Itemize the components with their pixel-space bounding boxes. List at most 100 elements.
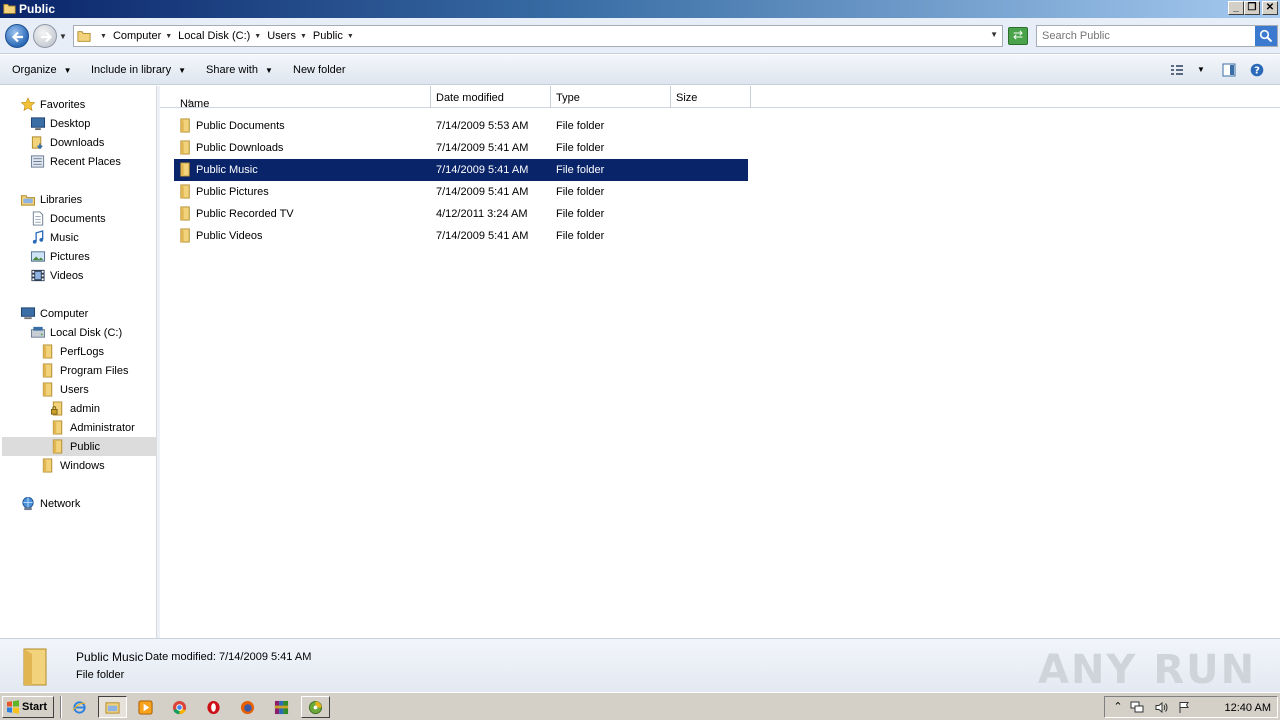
crumb-public[interactable]: Public: [313, 30, 343, 42]
column-name-label: Name: [180, 98, 210, 110]
nav-videos[interactable]: Videos: [28, 266, 153, 285]
chevron-down-icon[interactable]: ▼: [300, 33, 307, 40]
taskbar-explorer[interactable]: [98, 696, 127, 718]
file-row[interactable]: Public Recorded TV 4/12/2011 3:24 AM File …: [174, 203, 748, 225]
column-type[interactable]: Type: [551, 86, 671, 108]
nav-program-files-label: Program Files: [60, 365, 129, 377]
nav-recent-places[interactable]: Recent Places: [28, 152, 153, 171]
nav-desktop[interactable]: Desktop: [28, 114, 153, 133]
hard-drive-icon: [30, 326, 46, 338]
nav-music[interactable]: Music: [28, 228, 153, 247]
nav-admin[interactable]: admin: [48, 399, 153, 418]
search-icon[interactable]: [1255, 26, 1277, 46]
crumb-local-disk[interactable]: Local Disk (C:): [178, 30, 250, 42]
title-bar: Public _ ❐ ✕: [0, 0, 1280, 18]
taskbar-firefox[interactable]: [233, 696, 262, 718]
chevron-down-icon[interactable]: ▼: [165, 33, 172, 40]
app-icon: [308, 700, 323, 715]
back-button[interactable]: [5, 24, 29, 48]
network-status-icon[interactable]: [1130, 701, 1144, 714]
nav-pictures[interactable]: Pictures: [28, 247, 153, 266]
show-hidden-icons-icon[interactable]: ⌃: [1111, 701, 1125, 714]
nav-users[interactable]: Users: [38, 380, 153, 399]
share-with-button[interactable]: Share with ▼: [206, 64, 273, 76]
chrome-icon: [172, 700, 187, 715]
chevron-down-icon[interactable]: ▼: [254, 33, 261, 40]
start-button[interactable]: Start: [2, 696, 54, 718]
restore-button[interactable]: ❐: [1244, 1, 1260, 15]
preview-pane-icon[interactable]: [1222, 63, 1236, 77]
action-center-flag-icon[interactable]: [1178, 701, 1192, 714]
help-icon[interactable]: ?: [1250, 63, 1264, 77]
nav-public-label: Public: [70, 441, 100, 453]
address-history-dropdown[interactable]: ▼: [990, 30, 998, 39]
folder-icon: [3, 4, 16, 14]
folder-icon: [180, 228, 190, 243]
column-size-label: Size: [676, 92, 698, 104]
clock[interactable]: 12:40 AM: [1225, 702, 1271, 714]
column-date-modified[interactable]: Date modified: [431, 86, 551, 108]
forward-button[interactable]: [33, 24, 57, 48]
column-name[interactable]: Name ▲: [160, 86, 431, 110]
system-tray: ⌃ 12:40 AM: [1104, 696, 1278, 718]
nav-network[interactable]: Network: [18, 494, 153, 513]
column-type-label: Type: [556, 92, 580, 104]
include-in-library-button[interactable]: Include in library ▼: [91, 64, 186, 76]
taskbar-ie[interactable]: [65, 696, 94, 718]
nav-documents-label: Documents: [50, 213, 106, 225]
nav-admin-label: admin: [70, 403, 100, 415]
view-options-dropdown[interactable]: ▼: [1197, 65, 1205, 74]
folder-icon: [42, 363, 53, 378]
taskbar-media-player[interactable]: [131, 696, 160, 718]
column-size[interactable]: Size: [671, 86, 751, 108]
file-row[interactable]: Public Downloads 7/14/2009 5:41 AM File fo…: [174, 137, 748, 159]
file-row[interactable]: Public Videos 7/14/2009 5:41 AM File folde…: [174, 225, 748, 247]
crumb-computer[interactable]: Computer: [113, 30, 161, 42]
nav-favorites[interactable]: Favorites: [18, 95, 153, 114]
nav-downloads-label: Downloads: [50, 137, 105, 149]
recent-pages-dropdown[interactable]: ▼: [59, 32, 67, 41]
file-row[interactable]: Public Documents 7/14/2009 5:53 AM File fo…: [174, 115, 748, 137]
taskbar-opera[interactable]: [199, 696, 228, 718]
taskbar-chrome[interactable]: [165, 696, 194, 718]
nav-windows[interactable]: Windows: [38, 456, 153, 475]
details-name: Public Music: [76, 650, 144, 664]
refresh-button[interactable]: ⇄: [1008, 27, 1028, 45]
change-view-icon[interactable]: [1170, 63, 1184, 77]
chevron-down-icon[interactable]: ▼: [100, 33, 107, 40]
nav-local-disk[interactable]: Local Disk (C:): [28, 323, 153, 342]
command-bar: Organize ▼ Include in library ▼ Share with…: [0, 55, 1280, 85]
search-input[interactable]: [1037, 26, 1255, 46]
nav-program-files[interactable]: Program Files: [38, 361, 153, 380]
file-row[interactable]: Public Music 7/14/2009 5:41 AM File folder: [174, 159, 748, 181]
address-box[interactable]: ▼ Computer ▼ Local Disk (C:) ▼ Users ▼ P…: [73, 25, 1003, 47]
details-date-label: Date modified:: [145, 651, 216, 663]
crumb-users[interactable]: Users: [267, 30, 296, 42]
nav-computer[interactable]: Computer: [18, 304, 153, 323]
nav-documents[interactable]: Documents: [28, 209, 153, 228]
folder-icon: [180, 162, 190, 177]
close-button[interactable]: ✕: [1262, 1, 1278, 15]
details-date-value: 7/14/2009 5:41 AM: [219, 651, 312, 663]
music-note-icon: [32, 230, 44, 244]
minimize-button[interactable]: _: [1228, 1, 1244, 15]
nav-libraries[interactable]: Libraries: [18, 190, 153, 209]
firefox-icon: [240, 700, 255, 715]
chevron-down-icon[interactable]: ▼: [347, 33, 354, 40]
taskbar-winrar[interactable]: [267, 696, 296, 718]
file-date-modified: 4/12/2011 3:24 AM: [436, 208, 528, 220]
file-row[interactable]: Public Pictures 7/14/2009 5:41 AM File fol…: [174, 181, 748, 203]
volume-icon[interactable]: [1154, 701, 1168, 714]
nav-public[interactable]: Public: [2, 437, 157, 456]
svg-text:?: ?: [1254, 66, 1260, 77]
organize-button[interactable]: Organize ▼: [12, 64, 72, 76]
nav-downloads[interactable]: Downloads: [28, 133, 153, 152]
new-folder-button[interactable]: New folder: [293, 64, 346, 76]
new-folder-label: New folder: [293, 64, 346, 76]
folder-icon: [52, 439, 63, 454]
nav-perflogs[interactable]: PerfLogs: [38, 342, 153, 361]
nav-administrator[interactable]: Administrator: [48, 418, 153, 437]
nav-videos-label: Videos: [50, 270, 84, 282]
taskbar-app[interactable]: [301, 696, 330, 718]
archive-icon: [274, 700, 289, 715]
